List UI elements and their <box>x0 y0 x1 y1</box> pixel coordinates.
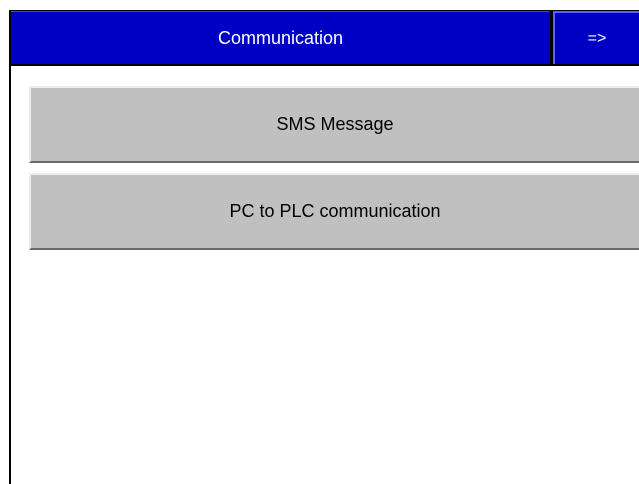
pc-to-plc-label: PC to PLC communication <box>229 201 441 221</box>
next-arrow-icon: => <box>587 30 607 47</box>
pc-to-plc-communication-button[interactable]: PC to PLC communication <box>29 173 639 250</box>
sms-message-button[interactable]: SMS Message <box>29 86 639 163</box>
sms-message-label: SMS Message <box>276 114 394 134</box>
next-screen-button[interactable]: => <box>553 11 639 64</box>
page-title: Communication <box>217 28 344 48</box>
title-panel: Communication <box>11 11 550 64</box>
screen-left-border <box>9 10 11 484</box>
hmi-screen: Communication => SMS Message PC to PLC c… <box>0 0 639 484</box>
